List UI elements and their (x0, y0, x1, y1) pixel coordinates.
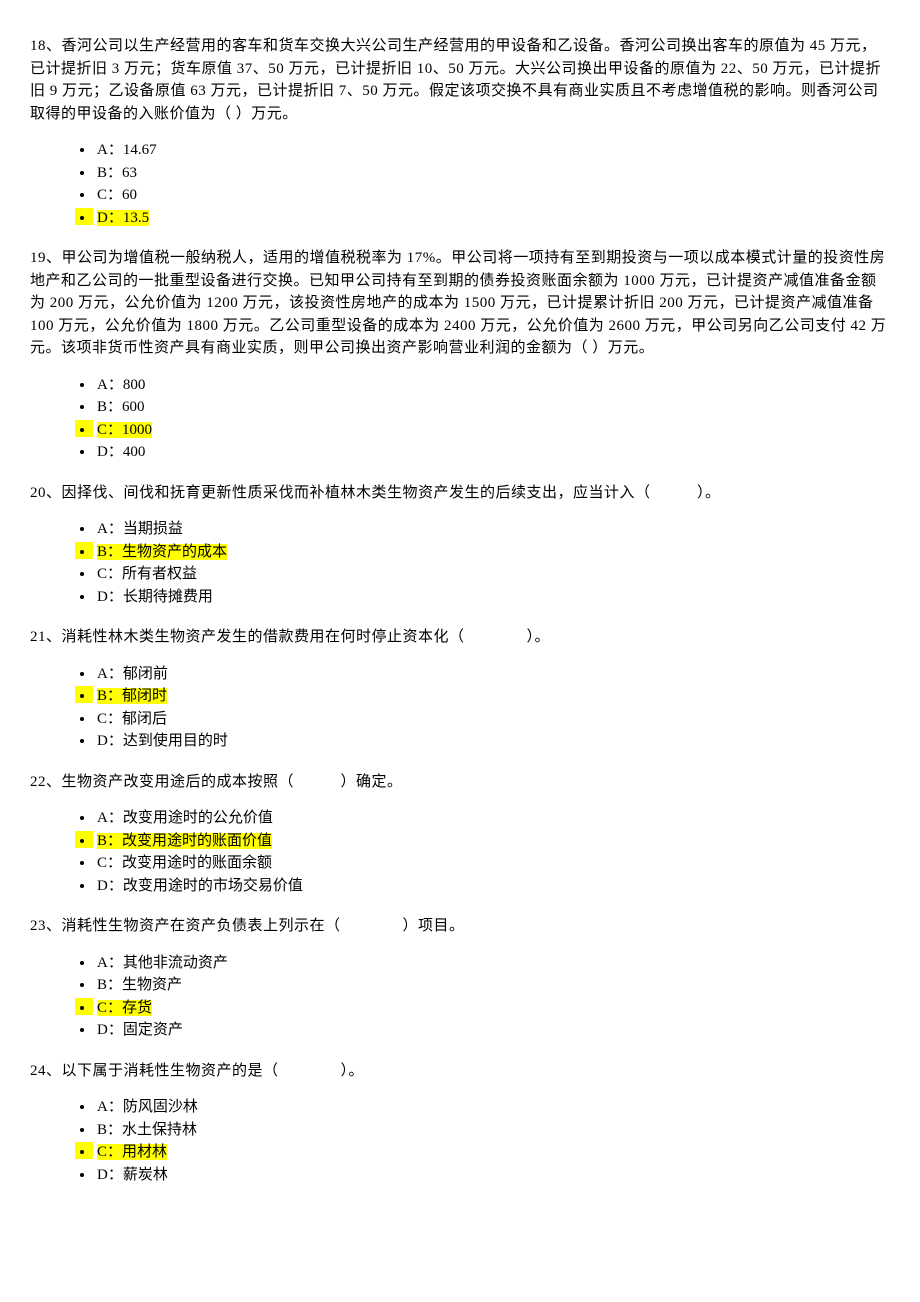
option-label: B：郁闭时 (97, 688, 167, 704)
option-item: B：63 (95, 162, 890, 185)
option-item: B：600 (95, 396, 890, 419)
option-label: B：生物资产的成本 (97, 544, 227, 560)
highlight-bullet-bg (75, 686, 93, 703)
option-item: B：水土保持林 (95, 1119, 890, 1142)
option-item: A：改变用途时的公允价值 (95, 807, 890, 830)
question-24: 24、以下属于消耗性生物资产的是（ ）。 A：防风固沙林 B：水土保持林 C：用材林 D… (30, 1060, 890, 1187)
option-label: B：63 (97, 165, 137, 181)
option-item: B：郁闭时 (95, 685, 890, 708)
option-label: C：用材林 (97, 1144, 167, 1160)
option-label: A：14.67 (97, 142, 157, 158)
option-item: D：400 (95, 441, 890, 464)
options-list: A：防风固沙林 B：水土保持林 C：用材林 D：薪炭林 (30, 1096, 890, 1186)
option-label: A：防风固沙林 (97, 1099, 198, 1115)
highlight-bullet-bg (75, 420, 93, 437)
question-21: 21、消耗性林木类生物资产发生的借款费用在何时停止资本化（ ）。 A：郁闭前 B：郁… (30, 626, 890, 753)
question-text: 19、甲公司为增值税一般纳税人，适用的增值税税率为 17%。甲公司将一项持有至到… (30, 247, 890, 360)
option-item: A：14.67 (95, 139, 890, 162)
option-label: A：郁闭前 (97, 666, 168, 682)
question-18: 18、香河公司以生产经营用的客车和货车交换大兴公司生产经营用的甲设备和乙设备。香… (30, 35, 890, 229)
option-label: D：改变用途时的市场交易价值 (97, 878, 303, 894)
option-item: D：薪炭林 (95, 1164, 890, 1187)
option-item: C：改变用途时的账面余额 (95, 852, 890, 875)
option-label: B：600 (97, 399, 145, 415)
option-item: B：生物资产 (95, 974, 890, 997)
option-label: D：13.5 (97, 210, 149, 226)
option-label: B：生物资产 (97, 977, 182, 993)
option-item: B：生物资产的成本 (95, 541, 890, 564)
option-item: D：固定资产 (95, 1019, 890, 1042)
option-item: C：所有者权益 (95, 563, 890, 586)
option-item: A：800 (95, 374, 890, 397)
options-list: A：郁闭前 B：郁闭时 C：郁闭后 D：达到使用目的时 (30, 663, 890, 753)
question-22: 22、生物资产改变用途后的成本按照（ ）确定。 A：改变用途时的公允价值 B：改变用… (30, 771, 890, 898)
option-item: A：其他非流动资产 (95, 952, 890, 975)
option-item: D：达到使用目的时 (95, 730, 890, 753)
option-label: A：其他非流动资产 (97, 955, 228, 971)
question-text: 23、消耗性生物资产在资产负债表上列示在（ ）项目。 (30, 915, 890, 938)
option-label: D：达到使用目的时 (97, 733, 228, 749)
options-list: A：800 B：600 C：1000 D：400 (30, 374, 890, 464)
option-label: C：改变用途时的账面余额 (97, 855, 272, 871)
options-list: A：其他非流动资产 B：生物资产 C：存货 D：固定资产 (30, 952, 890, 1042)
question-text: 22、生物资产改变用途后的成本按照（ ）确定。 (30, 771, 890, 794)
option-label: C：存货 (97, 1000, 152, 1016)
question-text: 18、香河公司以生产经营用的客车和货车交换大兴公司生产经营用的甲设备和乙设备。香… (30, 35, 890, 125)
option-label: D：长期待摊费用 (97, 589, 213, 605)
option-item: D：长期待摊费用 (95, 586, 890, 609)
option-label: D：固定资产 (97, 1022, 183, 1038)
option-item: C：用材林 (95, 1141, 890, 1164)
option-item: C：60 (95, 184, 890, 207)
option-label: A：当期损益 (97, 521, 183, 537)
options-list: A：当期损益 B：生物资产的成本 C：所有者权益 D：长期待摊费用 (30, 518, 890, 608)
option-label: C：郁闭后 (97, 711, 167, 727)
question-text: 20、因择伐、间伐和抚育更新性质采伐而补植林木类生物资产发生的后续支出，应当计入… (30, 482, 890, 505)
question-23: 23、消耗性生物资产在资产负债表上列示在（ ）项目。 A：其他非流动资产 B：生物资… (30, 915, 890, 1042)
option-label: C：60 (97, 187, 137, 203)
option-item: D：13.5 (95, 207, 890, 230)
option-label: B：改变用途时的账面价值 (97, 833, 272, 849)
option-label: D：薪炭林 (97, 1167, 168, 1183)
options-list: A：改变用途时的公允价值 B：改变用途时的账面价值 C：改变用途时的账面余额 D：改变… (30, 807, 890, 897)
option-item: A：郁闭前 (95, 663, 890, 686)
highlight-bullet-bg (75, 542, 93, 559)
option-label: B：水土保持林 (97, 1122, 197, 1138)
option-label: C：所有者权益 (97, 566, 197, 582)
question-text: 24、以下属于消耗性生物资产的是（ ）。 (30, 1060, 890, 1083)
question-19: 19、甲公司为增值税一般纳税人，适用的增值税税率为 17%。甲公司将一项持有至到… (30, 247, 890, 464)
question-20: 20、因择伐、间伐和抚育更新性质采伐而补植林木类生物资产发生的后续支出，应当计入… (30, 482, 890, 609)
option-item: A：防风固沙林 (95, 1096, 890, 1119)
question-text: 21、消耗性林木类生物资产发生的借款费用在何时停止资本化（ ）。 (30, 626, 890, 649)
option-item: A：当期损益 (95, 518, 890, 541)
option-label: A：改变用途时的公允价值 (97, 810, 273, 826)
option-item: C：郁闭后 (95, 708, 890, 731)
highlight-bullet-bg (75, 208, 93, 225)
option-item: B：改变用途时的账面价值 (95, 830, 890, 853)
highlight-bullet-bg (75, 1142, 93, 1159)
option-label: D：400 (97, 444, 145, 460)
option-label: C：1000 (97, 422, 152, 438)
highlight-bullet-bg (75, 831, 93, 848)
options-list: A：14.67 B：63 C：60 D：13.5 (30, 139, 890, 229)
option-item: C：1000 (95, 419, 890, 442)
option-item: C：存货 (95, 997, 890, 1020)
option-item: D：改变用途时的市场交易价值 (95, 875, 890, 898)
highlight-bullet-bg (75, 998, 93, 1015)
option-label: A：800 (97, 377, 145, 393)
